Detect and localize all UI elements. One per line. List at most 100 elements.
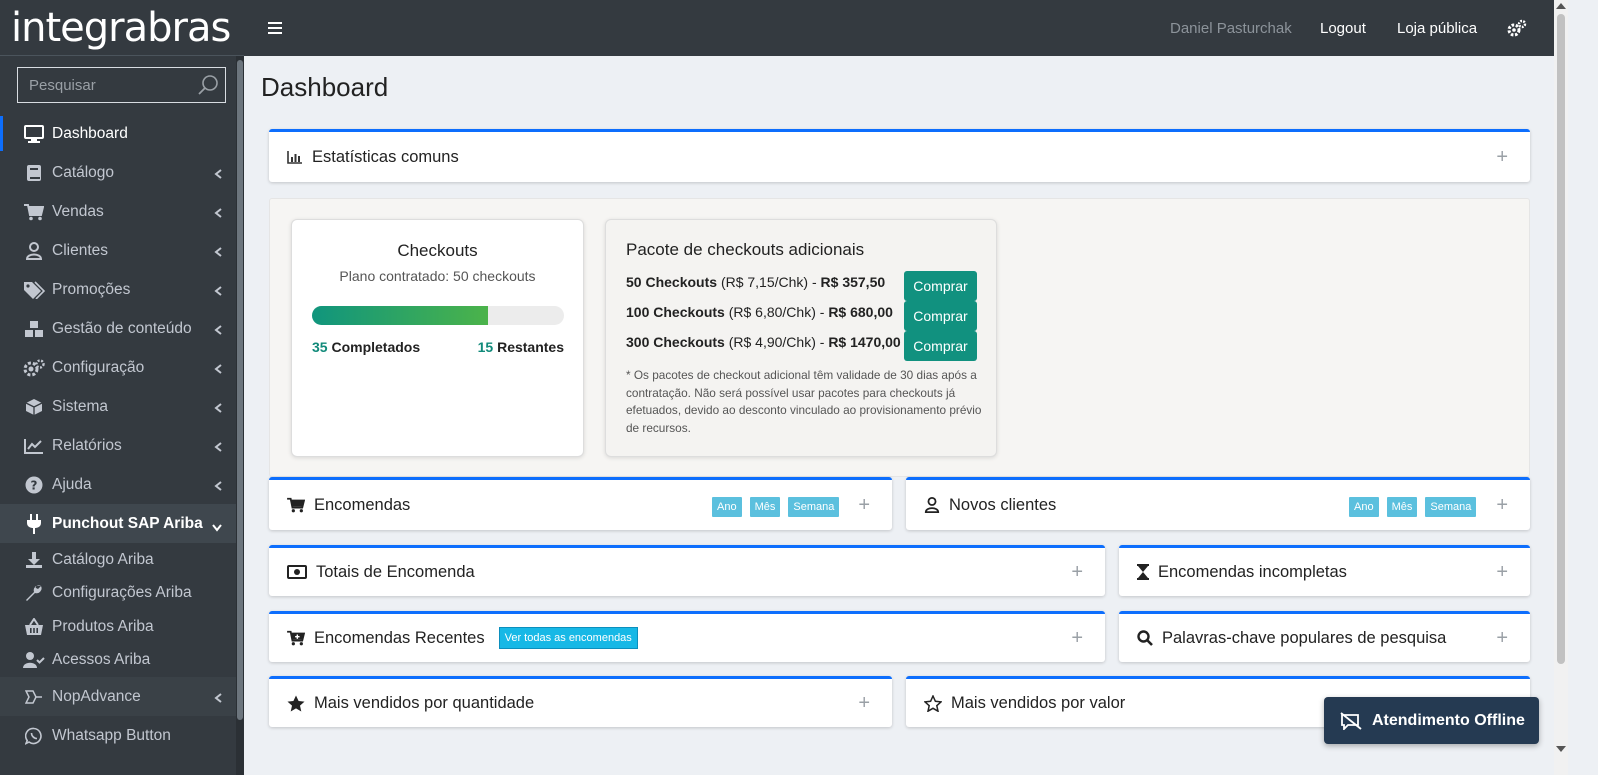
checkouts-title: Checkouts: [397, 241, 478, 260]
sidebar-item-label: Promoções: [52, 280, 131, 298]
buy-button[interactable]: Comprar: [904, 331, 977, 361]
package-rate: (R$ 4,90/Chk) -: [728, 334, 825, 350]
sidebar-subitem-produtos-ariba[interactable]: Produtos Ariba: [0, 610, 236, 644]
chevron-down-icon: [212, 519, 222, 537]
sidebar-item-configuracao[interactable]: Configuração: [0, 348, 236, 387]
search-input[interactable]: [18, 75, 201, 95]
pill-week[interactable]: Semana: [1425, 497, 1477, 517]
book-icon: [23, 164, 45, 182]
card-header: Mais vendidos por valor: [924, 694, 1125, 713]
sidebar-subitem-configuracoes-ariba[interactable]: Configurações Ariba: [0, 577, 236, 611]
chat-label: Atendimento Offline: [1372, 711, 1525, 729]
card-title: Novos clientes: [949, 495, 1057, 514]
brand-logo[interactable]: integrabras: [11, 8, 231, 48]
chevron-left-icon: [214, 205, 222, 223]
brand[interactable]: integrabras: [0, 0, 244, 56]
view-all-orders-link[interactable]: Ver todas as encomendas: [498, 627, 638, 649]
offline-chat-button[interactable]: Atendimento Offline: [1324, 697, 1539, 744]
expand-icon[interactable]: +: [1496, 495, 1508, 515]
scroll-down-arrow[interactable]: [1556, 746, 1566, 752]
expand-icon[interactable]: +: [1496, 628, 1508, 648]
period-pills: Ano Mês Semana: [712, 497, 847, 517]
card-title: Mais vendidos por quantidade: [314, 693, 535, 712]
basket-icon: [23, 617, 45, 636]
search-box: [17, 67, 226, 103]
tags-icon: [23, 280, 45, 299]
completed-count: 35 Completados: [312, 339, 420, 355]
sidebar-item-whatsapp[interactable]: Whatsapp Button: [0, 716, 236, 755]
period-pills: Ano Mês Semana: [1349, 497, 1484, 517]
chart-line-icon: [23, 438, 45, 454]
packages-panel: Pacote de checkouts adicionais 50 Checko…: [605, 219, 997, 457]
sidebar-item-catalogo[interactable]: Catálogo: [0, 153, 236, 192]
sidebar-item-ajuda[interactable]: ? Ajuda: [0, 465, 236, 504]
expand-icon[interactable]: +: [1496, 147, 1508, 167]
sidebar-scrollbar-thumb[interactable]: [237, 60, 243, 720]
expand-icon[interactable]: +: [1496, 562, 1508, 582]
sidebar-item-punchout[interactable]: Punchout SAP Ariba: [0, 504, 236, 543]
user-name[interactable]: Daniel Pasturchak: [1170, 20, 1292, 37]
card-title: Estatísticas comuns: [312, 147, 459, 166]
sidebar-submenu: Catálogo Ariba Configurações Ariba Produ…: [0, 543, 236, 677]
page-scrollbar-thumb[interactable]: [1557, 14, 1565, 664]
question-circle-icon: ?: [23, 476, 45, 494]
star-outline-icon: [924, 694, 942, 712]
sidebar-item-relatorios[interactable]: Relatórios: [0, 426, 236, 465]
pill-year[interactable]: Ano: [1349, 497, 1379, 517]
checkouts-panel: Checkouts Plano contratado: 50 checkouts…: [291, 219, 584, 457]
cube-icon: [23, 398, 45, 416]
pill-year[interactable]: Ano: [712, 497, 742, 517]
card-header: Novos clientes: [924, 496, 1056, 515]
pill-week[interactable]: Semana: [788, 497, 840, 517]
expand-icon[interactable]: +: [1071, 628, 1083, 648]
menu-icon[interactable]: [268, 21, 282, 40]
expand-icon[interactable]: +: [858, 693, 870, 713]
card-title: Palavras-chave populares de pesquisa: [1162, 628, 1447, 647]
incomplete-orders-card[interactable]: Encomendas incompletas +: [1119, 545, 1530, 596]
buy-button[interactable]: Comprar: [904, 271, 977, 301]
sidebar-item-clientes[interactable]: Clientes: [0, 231, 236, 270]
gears-icon[interactable]: [1507, 19, 1527, 42]
expand-icon[interactable]: +: [1071, 562, 1083, 582]
sidebar-item-gestao-conteudo[interactable]: Gestão de conteúdo: [0, 309, 236, 348]
checkouts-progress-bar: [312, 306, 564, 325]
chevron-left-icon: [214, 244, 222, 262]
order-totals-card[interactable]: Totais de Encomenda +: [269, 545, 1105, 596]
expand-icon[interactable]: +: [858, 495, 870, 515]
packages-title: Pacote de checkouts adicionais: [626, 240, 865, 259]
completed-value: 35: [312, 339, 328, 355]
sidebar-item-label: Whatsapp Button: [52, 726, 171, 744]
pill-month[interactable]: Mês: [1386, 497, 1418, 517]
orders-card[interactable]: Encomendas Ano Mês Semana +: [269, 477, 892, 530]
sidebar-subitem-catalogo-ariba[interactable]: Catálogo Ariba: [0, 543, 236, 577]
new-customers-card[interactable]: Novos clientes Ano Mês Semana +: [906, 477, 1530, 530]
package-price: R$ 1470,00: [828, 334, 901, 350]
sidebar-item-promocoes[interactable]: Promoções: [0, 270, 236, 309]
stats-card[interactable]: Estatísticas comuns +: [269, 129, 1530, 182]
scroll-up-arrow[interactable]: [1556, 3, 1566, 9]
sidebar-item-label: Catálogo: [52, 163, 115, 181]
recent-orders-card[interactable]: Encomendas Recentes Ver todas as encomen…: [269, 611, 1105, 662]
sidebar-subitem-acessos-ariba[interactable]: Acessos Ariba: [0, 644, 236, 678]
sidebar-item-vendas[interactable]: Vendas: [0, 192, 236, 231]
sidebar-item-nopadvance[interactable]: NopAdvance: [0, 677, 236, 716]
wrench-icon: [23, 584, 45, 602]
sidebar-item-dashboard[interactable]: Dashboard: [0, 114, 236, 153]
popular-keywords-card[interactable]: Palavras-chave populares de pesquisa +: [1119, 611, 1530, 662]
buy-button[interactable]: Comprar: [904, 301, 977, 331]
public-store-link[interactable]: Loja pública: [1397, 20, 1477, 37]
sidebar-item-sistema[interactable]: Sistema: [0, 387, 236, 426]
bestsellers-qty-card[interactable]: Mais vendidos por quantidade +: [269, 676, 892, 727]
download-icon: [23, 551, 45, 569]
user-icon: [23, 241, 45, 260]
chat-offline-icon: [1340, 711, 1362, 730]
star-icon: [287, 695, 305, 712]
package-rate: (R$ 6,80/Chk) -: [728, 304, 825, 320]
logout-link[interactable]: Logout: [1320, 20, 1366, 37]
chevron-left-icon: [214, 400, 222, 418]
search-icon[interactable]: [197, 74, 219, 96]
cart-icon: [287, 497, 305, 513]
plug-icon: [23, 513, 45, 534]
pill-month[interactable]: Mês: [749, 497, 781, 517]
checkouts-plan: Plano contratado: 50 checkouts: [339, 268, 536, 284]
